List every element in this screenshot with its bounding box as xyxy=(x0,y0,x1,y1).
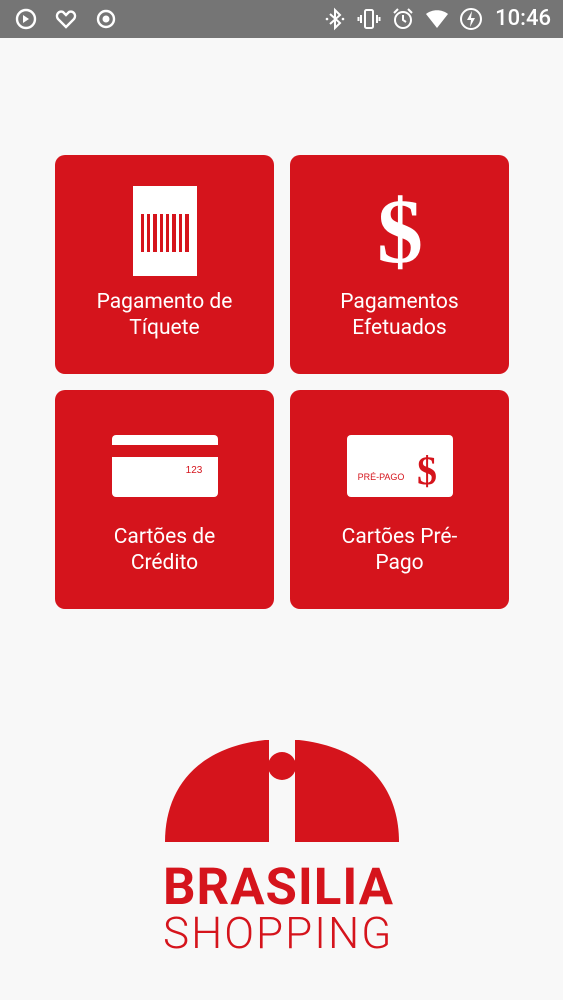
heart-icon xyxy=(54,7,78,31)
payments-made-label: Pagamentos Efetuados xyxy=(340,290,459,340)
wifi-icon xyxy=(425,7,449,31)
svg-text:PRÉ-PAGO: PRÉ-PAGO xyxy=(357,472,404,482)
prepaid-card-icon: PRÉ-PAGO $ xyxy=(290,435,509,497)
prepaid-cards-label: Cartões Pré- Pago xyxy=(341,525,458,575)
ticket-payment-button[interactable]: Pagamento de Tíquete xyxy=(55,155,274,374)
alarm-icon xyxy=(391,7,415,31)
svg-text:123: 123 xyxy=(185,465,202,476)
vibrate-icon xyxy=(357,7,381,31)
svg-text:$: $ xyxy=(417,448,437,493)
credit-card-icon: 123 xyxy=(55,435,274,497)
dollar-icon: $ xyxy=(290,182,509,278)
credit-cards-label: Cartões de Crédito xyxy=(113,525,216,575)
ticket-payment-label: Pagamento de Tíquete xyxy=(96,290,233,340)
logo-text-shopping: SHOPPING xyxy=(163,907,394,959)
barcode-ticket-icon xyxy=(55,186,274,276)
svg-text:$: $ xyxy=(377,182,423,278)
record-icon xyxy=(94,7,118,31)
bluetooth-icon xyxy=(323,7,347,31)
brasilia-shopping-logo-mark xyxy=(165,740,399,848)
sync-icon xyxy=(14,7,38,31)
status-bar: 10:46 xyxy=(0,0,563,38)
payments-made-button[interactable]: $ Pagamentos Efetuados xyxy=(290,155,509,374)
prepaid-cards-button[interactable]: PRÉ-PAGO $ Cartões Pré- Pago xyxy=(290,390,509,609)
credit-cards-button[interactable]: 123 Cartões de Crédito xyxy=(55,390,274,609)
status-time: 10:46 xyxy=(495,6,551,31)
battery-charging-icon xyxy=(459,7,483,31)
